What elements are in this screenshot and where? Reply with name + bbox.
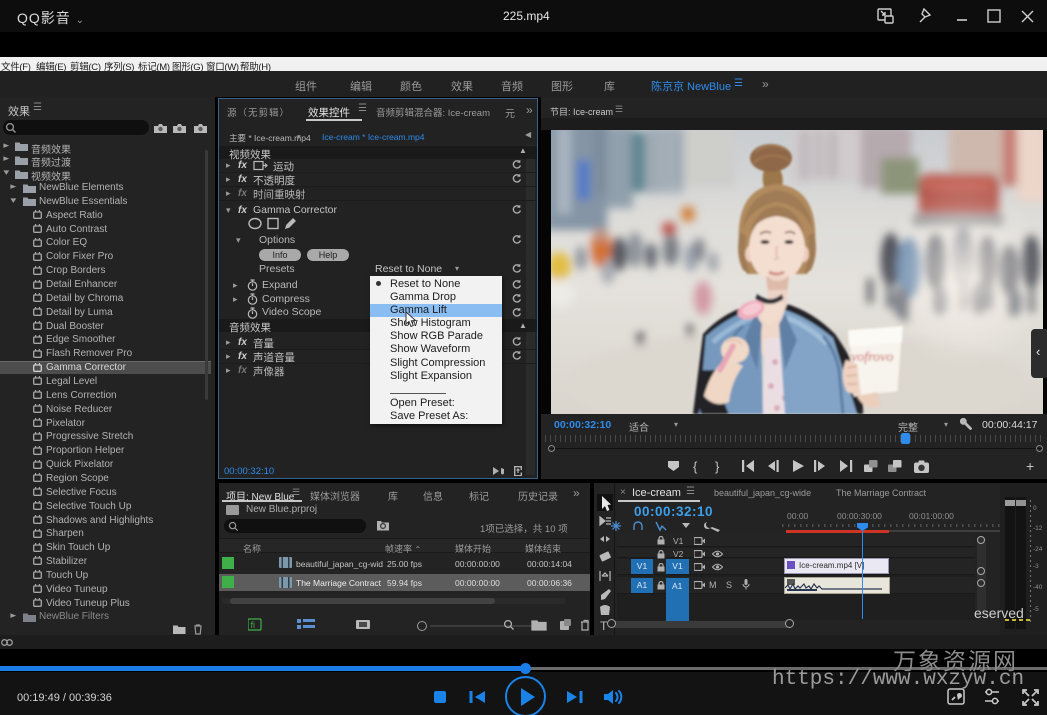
svg-text:{: { (693, 459, 698, 474)
svg-text:}: } (715, 459, 720, 474)
svg-text:fi: fi (251, 620, 256, 630)
